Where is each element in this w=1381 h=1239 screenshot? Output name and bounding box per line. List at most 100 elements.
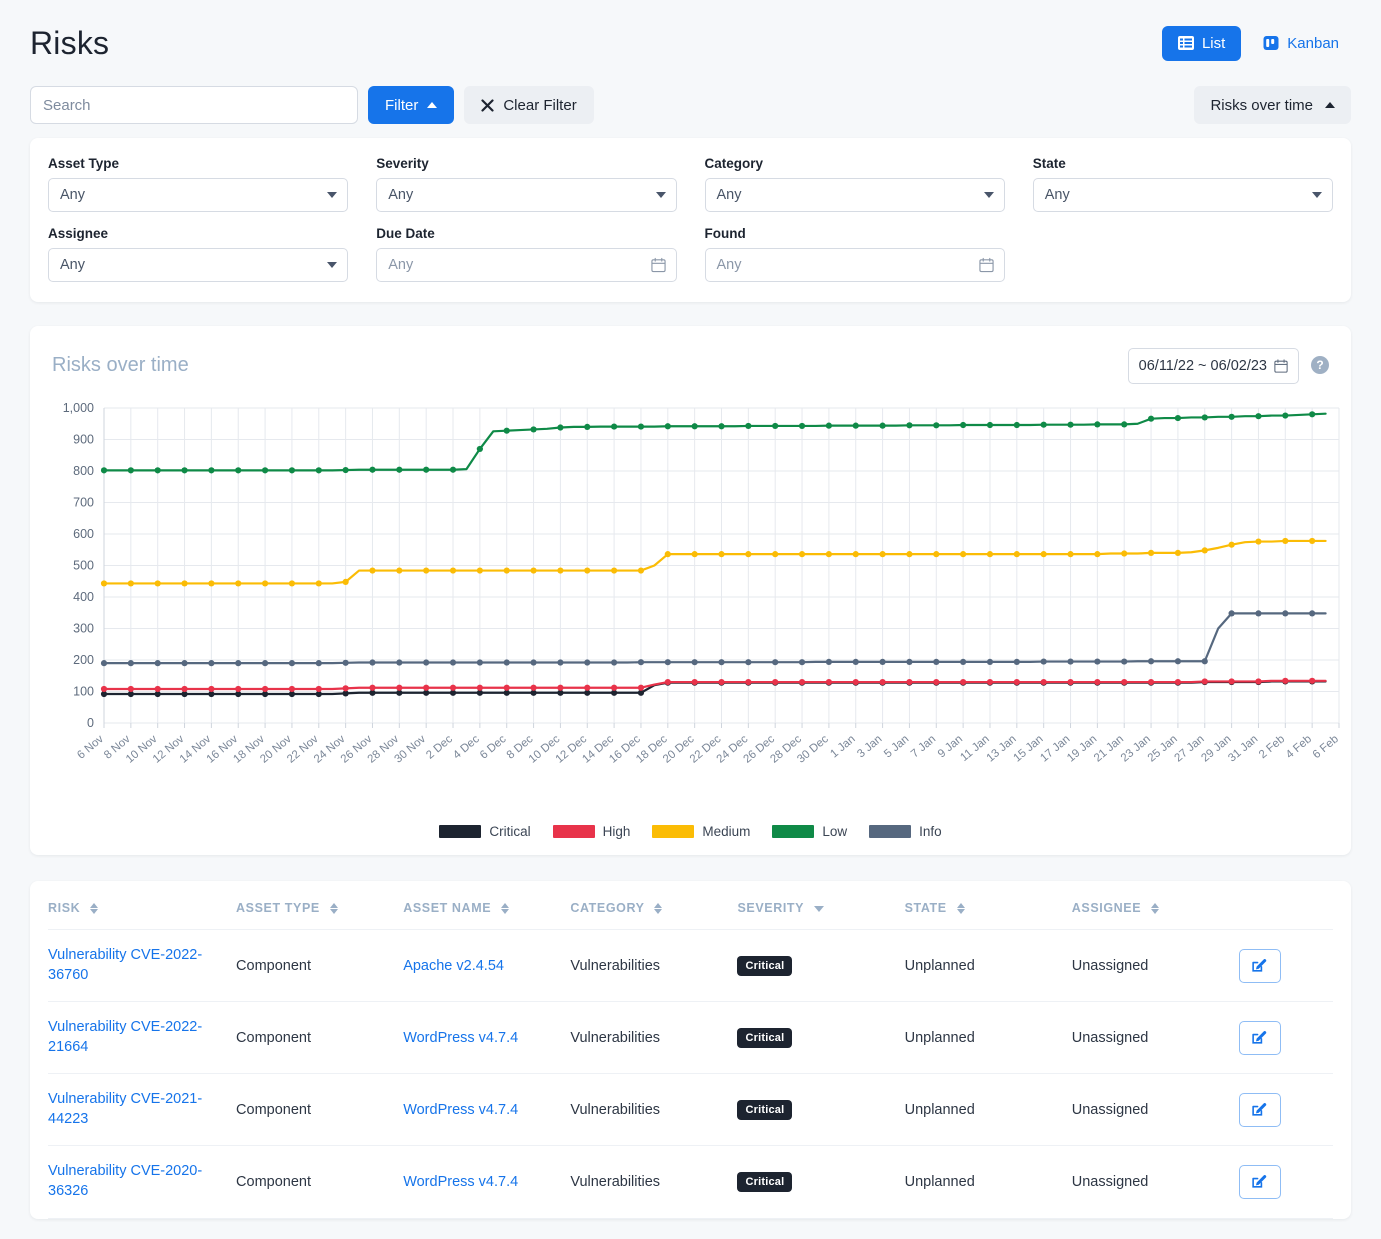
chevron-down-icon [327,262,338,268]
filter-state-select[interactable]: Any [1032,178,1333,212]
filter-value: Any [388,187,414,203]
svg-text:1,000: 1,000 [63,401,94,415]
list-icon [1177,35,1194,51]
legend-item[interactable]: Critical [439,824,531,839]
legend-item[interactable]: Info [869,824,942,839]
svg-text:1 Jan: 1 Jan [828,733,857,760]
filter-label: Category [704,156,764,171]
status-badge: Critical [737,955,793,976]
chevron-up-icon [427,102,438,108]
filter-due-date-input[interactable]: Any [376,248,677,282]
filter-value: Any [716,257,742,273]
rotation-selector[interactable]: Risks over time [1194,86,1351,124]
svg-text:900: 900 [73,433,94,447]
cell-severity: Critical [737,1145,905,1219]
help-icon-glyph: ? [1316,358,1324,372]
svg-text:21 Jan: 21 Jan [1092,733,1126,764]
cell-severity: Critical [737,1073,905,1147]
view-switcher: List Kanban [1161,25,1351,61]
column-header-assignee[interactable]: ASSIGNEE [1071,881,1239,930]
cell-actions [1238,1001,1333,1075]
edit-icon [1251,1101,1268,1118]
legend-label: Critical [489,824,531,839]
cell-category: Vulnerabilities [570,929,738,1003]
risk-link[interactable]: Vulnerability CVE-2022-21664 [48,1019,202,1055]
column-label: RISK [48,901,81,915]
filter-asset-type-select[interactable]: Any [48,178,349,212]
column-label: STATE [904,901,947,915]
risks-over-time-card: Risks over time 06/11/22 ~ 06/02/23 ? 0 1… [30,326,1351,855]
edit-button[interactable] [1238,1092,1281,1127]
cell-severity: Critical [737,929,905,1003]
edit-button[interactable] [1238,1020,1281,1055]
svg-text:500: 500 [73,559,94,573]
filter-category-select[interactable]: Any [704,178,1005,212]
edit-button[interactable] [1238,948,1281,983]
risk-link[interactable]: Vulnerability CVE-2021-44223 [48,1091,202,1127]
table-header-row: RISK ASSET TYPE ASSET NAME CATEGORY SEVE… [48,881,1333,930]
asset-name-link[interactable]: WordPress v4.7.4 [403,1174,518,1190]
table-row: Vulnerability CVE-2022-36760 Component Apa… [48,929,1333,1003]
svg-text:4 Feb: 4 Feb [1284,733,1314,761]
table-row: Vulnerability CVE-2021-44223 Component Wor… [48,1073,1333,1147]
legend-item[interactable]: Low [772,824,847,839]
legend-item[interactable]: Medium [652,824,750,839]
clear-filter-button[interactable]: Clear Filter [464,86,594,124]
cell-actions [1238,1145,1333,1219]
filter-label: State [1032,156,1066,171]
risks-page: Risks List Kanban Filter [0,0,1381,1219]
page-header: Risks List Kanban [30,0,1351,86]
status-badge: Critical [737,1099,793,1120]
date-range-picker[interactable]: 06/11/22 ~ 06/02/23 [1127,348,1299,384]
cell-asset-name: WordPress v4.7.4 [403,1073,571,1147]
edit-icon [1251,957,1268,974]
filter-found-input[interactable]: Any [704,248,1005,282]
filter-severity-select[interactable]: Any [376,178,677,212]
cell-asset-name: WordPress v4.7.4 [403,1001,571,1075]
cell-risk: Vulnerability CVE-2021-44223 [48,1073,237,1147]
risk-link[interactable]: Vulnerability CVE-2022-36760 [48,947,202,983]
risks-over-time-chart: 0 100 200 300 400 500 600 700 800 900 1,000 6 Nov 8 … [52,398,1341,818]
tab-kanban[interactable]: Kanban [1251,26,1351,61]
svg-text:31 Jan: 31 Jan [1226,733,1260,764]
rotation-selector-label: Risks over time [1210,96,1313,114]
legend-swatch [869,825,912,838]
edit-button[interactable] [1238,1164,1281,1199]
filter-due-date: Due Date Any [376,226,677,282]
filter-asset-type: Asset Type Any [48,156,349,212]
filter-assignee-select[interactable]: Any [48,248,349,282]
legend-item[interactable]: High [552,824,630,839]
column-header-severity[interactable]: SEVERITY [737,881,905,930]
column-label: SEVERITY [737,901,804,915]
filter-value: Any [716,187,742,203]
column-header-actions [1238,881,1333,930]
risk-link[interactable]: Vulnerability CVE-2020-36326 [48,1163,202,1199]
asset-name-link[interactable]: Apache v2.4.54 [403,958,504,974]
search-input[interactable] [30,86,358,124]
sort-icon [329,903,338,915]
column-header-asset-type[interactable]: ASSET TYPE [236,881,404,930]
svg-text:200: 200 [73,653,94,667]
asset-name-link[interactable]: WordPress v4.7.4 [403,1030,518,1046]
cell-assignee: Unassigned [1071,1145,1239,1219]
asset-name-link[interactable]: WordPress v4.7.4 [403,1102,518,1118]
column-header-state[interactable]: STATE [904,881,1072,930]
column-header-category[interactable]: CATEGORY [570,881,738,930]
table-row: Vulnerability CVE-2022-21664 Component Wor… [48,1001,1333,1075]
sort-icon [501,903,510,915]
cell-severity: Critical [737,1001,905,1075]
svg-text:30 Nov: 30 Nov [392,733,428,766]
column-header-risk[interactable]: RISK [48,881,237,930]
cell-assignee: Unassigned [1071,1001,1239,1075]
filter-label: Due Date [376,226,435,241]
help-icon[interactable]: ? [1311,356,1329,374]
svg-text:100: 100 [73,685,94,699]
chevron-down-icon [983,192,994,198]
column-header-asset-name[interactable]: ASSET NAME [403,881,571,930]
cell-state: Unplanned [904,1073,1072,1147]
risks-table: RISK ASSET TYPE ASSET NAME CATEGORY SEVE… [48,881,1333,1219]
tab-list[interactable]: List [1161,25,1242,61]
page-title: Risks [30,24,110,61]
filter-button[interactable]: Filter [368,86,455,124]
sort-desc-icon [813,905,824,912]
